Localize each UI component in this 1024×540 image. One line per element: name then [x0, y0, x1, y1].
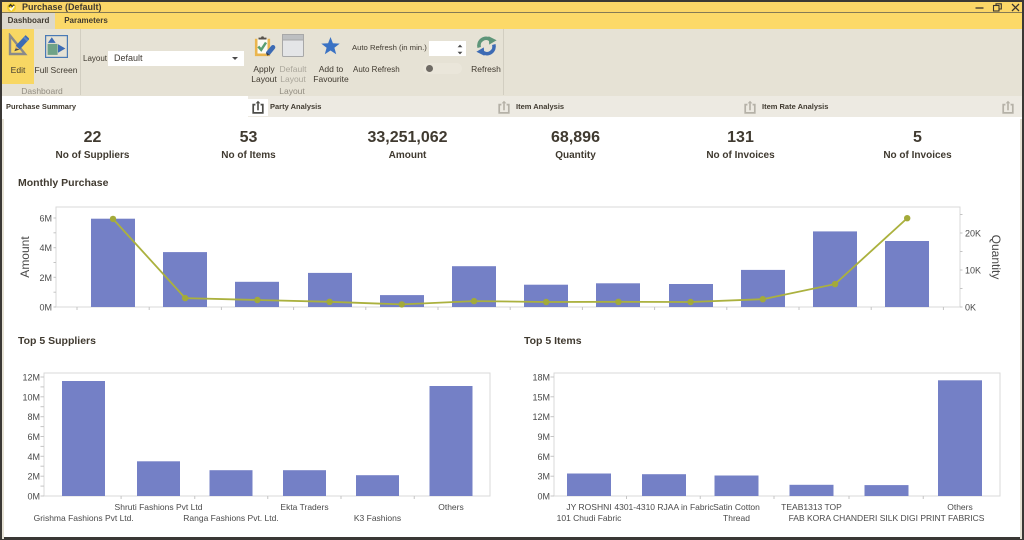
svg-text:6M: 6M [537, 452, 550, 462]
svg-text:Others: Others [947, 502, 973, 512]
svg-text:TEAB1313 TOP: TEAB1313 TOP [781, 502, 842, 512]
svg-text:Others: Others [438, 502, 464, 512]
svg-text:0M: 0M [27, 492, 40, 502]
svg-text:0M: 0M [537, 492, 550, 502]
svg-text:K3 Fashions: K3 Fashions [354, 513, 401, 523]
svg-text:20K: 20K [965, 229, 981, 239]
svg-text:10M: 10M [22, 392, 40, 402]
svg-text:8M: 8M [27, 412, 40, 422]
svg-text:4301-4310 RJAA in Fabric: 4301-4310 RJAA in Fabric [614, 502, 714, 512]
svg-text:6M: 6M [39, 214, 52, 224]
svg-text:Amount: Amount [18, 236, 32, 278]
svg-text:JY ROSHNI: JY ROSHNI [566, 502, 611, 512]
svg-text:4M: 4M [39, 243, 52, 253]
svg-text:2M: 2M [27, 472, 40, 482]
svg-text:Grishma Fashions Pvt Ltd.: Grishma Fashions Pvt Ltd. [34, 513, 134, 523]
svg-text:18M: 18M [532, 373, 550, 383]
svg-text:2M: 2M [39, 273, 52, 283]
svg-text:0K: 0K [965, 303, 976, 313]
svg-text:Satin Cotton: Satin Cotton [713, 502, 760, 512]
svg-text:Ekta Traders: Ekta Traders [280, 502, 328, 512]
svg-text:101 Chudi Fabric: 101 Chudi Fabric [557, 513, 622, 523]
svg-text:6M: 6M [27, 432, 40, 442]
svg-text:15M: 15M [532, 392, 550, 402]
svg-text:0M: 0M [39, 303, 52, 313]
svg-text:9M: 9M [537, 432, 550, 442]
svg-text:10K: 10K [965, 266, 981, 276]
svg-text:12M: 12M [22, 373, 40, 383]
svg-text:3M: 3M [537, 472, 550, 482]
svg-text:Ranga Fashions Pvt. Ltd.: Ranga Fashions Pvt. Ltd. [183, 513, 278, 523]
svg-text:Thread: Thread [723, 513, 750, 523]
svg-text:Quantity: Quantity [989, 235, 1003, 280]
svg-text:Shruti Fashions Pvt Ltd: Shruti Fashions Pvt Ltd [115, 502, 203, 512]
svg-text:12M: 12M [532, 412, 550, 422]
svg-text:FAB KORA CHANDERI SILK DIGI PR: FAB KORA CHANDERI SILK DIGI PRINT FABRIC… [789, 513, 985, 523]
svg-text:4M: 4M [27, 452, 40, 462]
